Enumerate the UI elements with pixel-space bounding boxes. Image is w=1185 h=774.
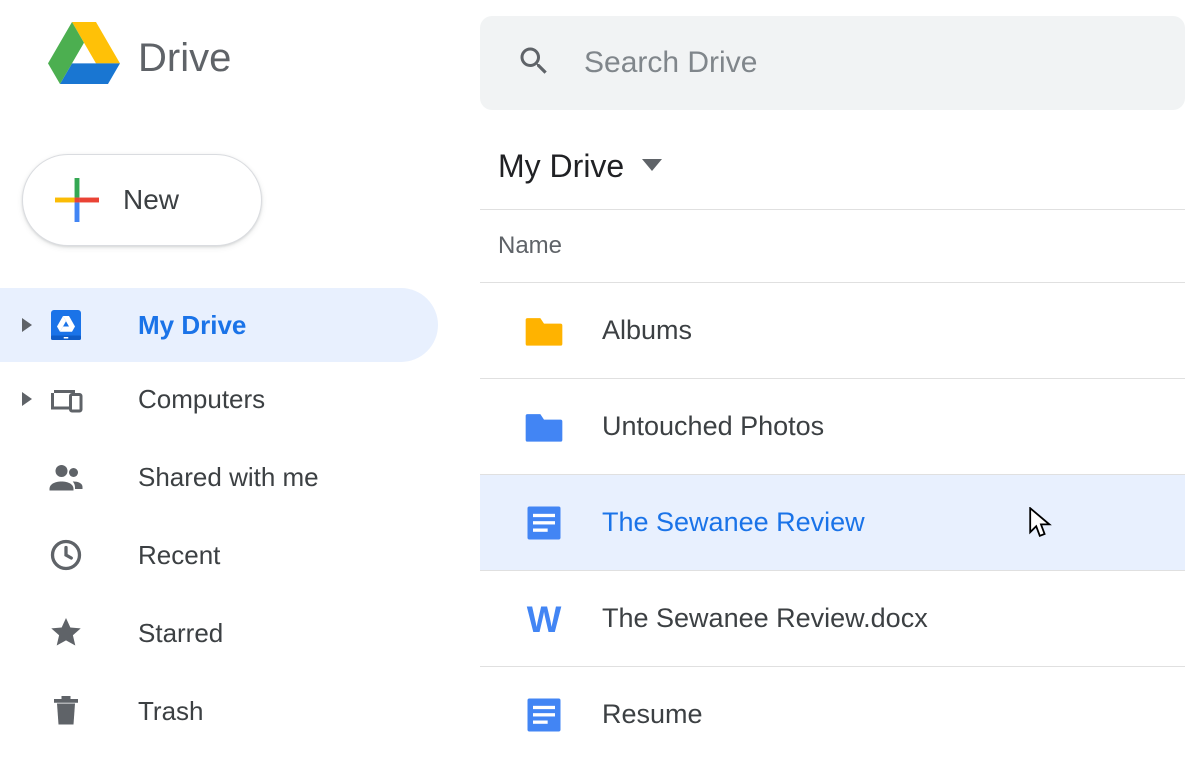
sidebar-nav: My Drive Computers Shared with me Recent Sta… [0, 288, 480, 748]
star-icon [46, 613, 86, 653]
search-bar[interactable] [480, 16, 1185, 110]
sidebar: Drive New My Drive Computers Shared with m… [0, 0, 480, 774]
file-name: Untouched Photos [602, 411, 824, 442]
cursor-icon [1029, 507, 1053, 537]
people-icon [46, 457, 86, 497]
expand-icon[interactable] [16, 392, 38, 406]
word-icon: W [522, 597, 566, 641]
search-input[interactable] [584, 46, 1149, 80]
folder-icon [522, 309, 566, 353]
svg-text:W: W [527, 598, 562, 639]
column-header-name[interactable]: Name [480, 210, 1185, 282]
breadcrumb-label: My Drive [498, 148, 624, 185]
sidebar-item-label: My Drive [138, 310, 246, 341]
trash-icon [46, 691, 86, 731]
expand-icon[interactable] [16, 318, 38, 332]
sidebar-item-label: Starred [138, 618, 223, 649]
app-name: Drive [138, 36, 231, 81]
file-row[interactable]: The Sewanee Review [480, 474, 1185, 570]
devices-icon [46, 379, 86, 419]
sidebar-item-star[interactable]: Starred [0, 596, 438, 670]
sidebar-item-clock[interactable]: Recent [0, 518, 438, 592]
drive-icon [46, 305, 86, 345]
file-row[interactable]: Albums [480, 282, 1185, 378]
file-row[interactable]: Untouched Photos [480, 378, 1185, 474]
new-button[interactable]: New [22, 154, 262, 246]
sidebar-item-trash[interactable]: Trash [0, 674, 438, 748]
sidebar-item-label: Shared with me [138, 462, 319, 493]
file-row[interactable]: W The Sewanee Review.docx [480, 570, 1185, 666]
dropdown-icon [642, 158, 662, 176]
sidebar-item-label: Trash [138, 696, 204, 727]
sidebar-item-label: Computers [138, 384, 265, 415]
breadcrumb[interactable]: My Drive [480, 110, 1185, 209]
gdoc-icon [522, 501, 566, 545]
main: My Drive Name Albums Untouched Photos The … [480, 0, 1185, 774]
file-name: The Sewanee Review [602, 507, 865, 538]
logo[interactable]: Drive [0, 22, 480, 94]
sidebar-item-people[interactable]: Shared with me [0, 440, 438, 514]
file-name: The Sewanee Review.docx [602, 603, 928, 634]
new-button-label: New [123, 184, 179, 216]
sidebar-item-label: Recent [138, 540, 220, 571]
drive-logo-icon [48, 22, 120, 94]
plus-icon [55, 178, 99, 222]
file-list: Albums Untouched Photos The Sewanee Review… [480, 282, 1185, 762]
file-name: Resume [602, 699, 703, 730]
clock-icon [46, 535, 86, 575]
file-name: Albums [602, 315, 692, 346]
file-row[interactable]: Resume [480, 666, 1185, 762]
sidebar-item-drive[interactable]: My Drive [0, 288, 438, 362]
search-icon [516, 43, 552, 84]
gdoc-icon [522, 693, 566, 737]
folder-icon [522, 405, 566, 449]
sidebar-item-devices[interactable]: Computers [0, 362, 438, 436]
